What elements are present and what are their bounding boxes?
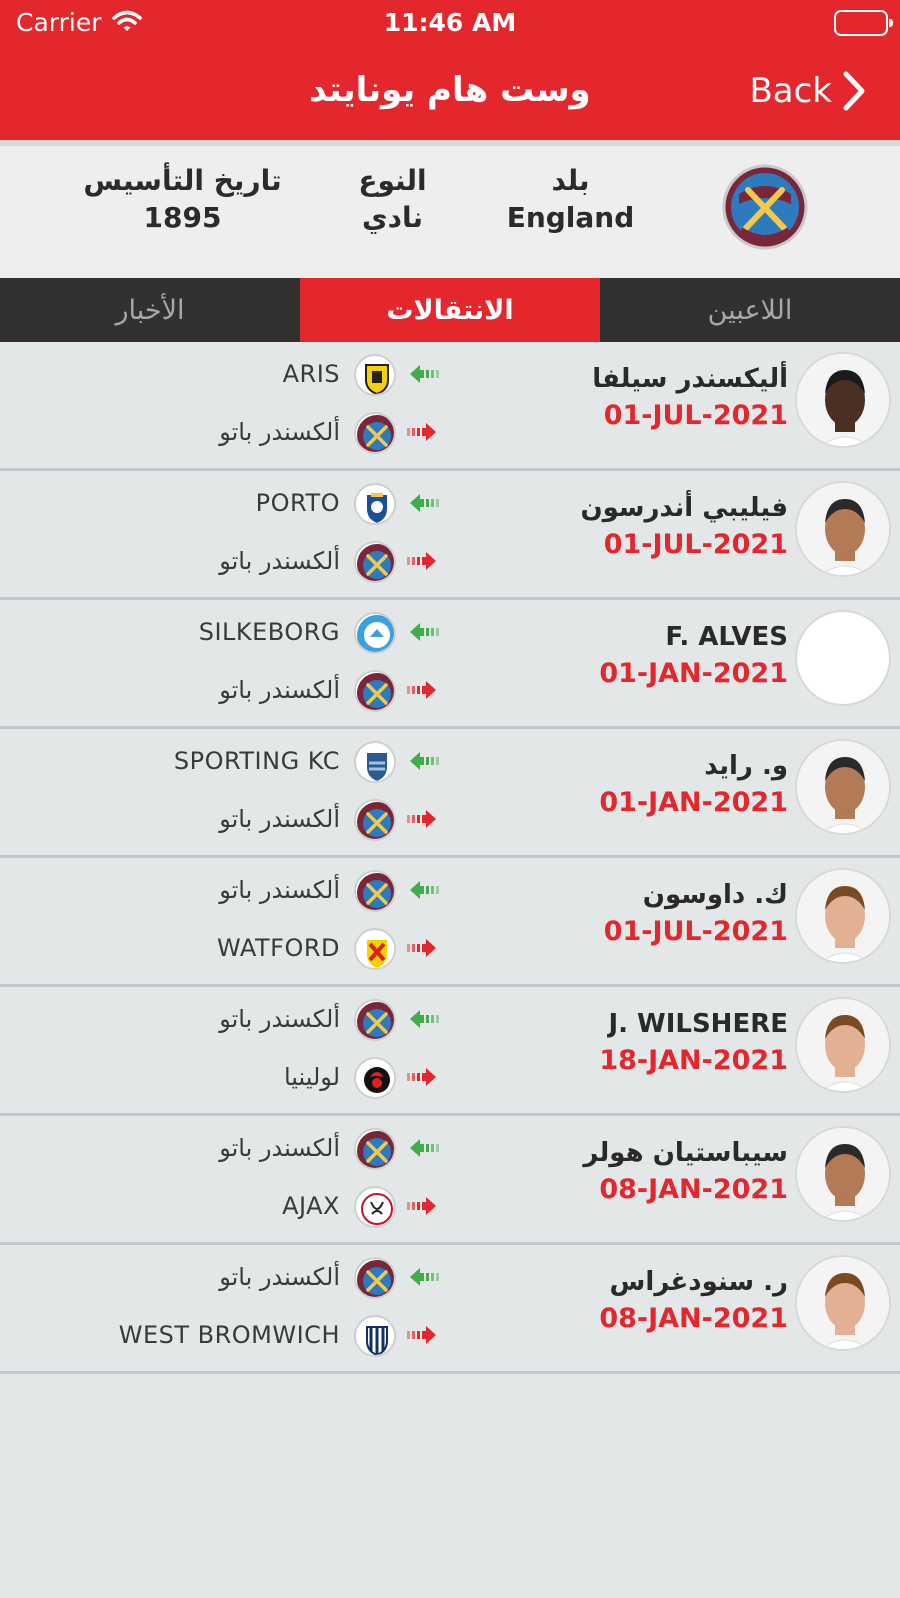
club-out-badge-icon bbox=[354, 541, 396, 583]
club-in-line: SILKEBORG bbox=[0, 610, 900, 656]
transfer-list: أليكسندر سيلفا 01-JUL-2021 ARIS ألكسندر … bbox=[0, 342, 900, 1374]
arrow-out-icon bbox=[406, 1194, 440, 1222]
club-out-name: ألكسندر باتو bbox=[219, 676, 340, 704]
club-out-badge-icon bbox=[354, 1186, 396, 1228]
club-in-badge-icon bbox=[354, 1128, 396, 1170]
club-out-badge-icon bbox=[354, 1315, 396, 1357]
arrow-in-icon bbox=[406, 362, 440, 390]
arrow-out-icon bbox=[406, 807, 440, 835]
arrow-out-icon bbox=[406, 1323, 440, 1351]
back-button-label: Back bbox=[749, 71, 832, 111]
club-out-badge-icon bbox=[354, 1057, 396, 1099]
type-label: النوع bbox=[358, 164, 427, 197]
club-in-badge-icon bbox=[354, 741, 396, 783]
club-out-line: WATFORD bbox=[0, 926, 900, 972]
club-out-line: ألكسندر باتو bbox=[0, 797, 900, 843]
club-in-line: PORTO bbox=[0, 481, 900, 527]
transfer-row[interactable]: سيباستيان هولر 08-JAN-2021 ألكسندر باتو … bbox=[0, 1116, 900, 1245]
arrow-in-icon bbox=[406, 749, 440, 777]
tab-news[interactable]: الأخبار bbox=[0, 278, 300, 342]
club-crest-icon bbox=[722, 164, 808, 250]
club-out-line: AJAX bbox=[0, 1184, 900, 1230]
tab-transfers[interactable]: الانتقالات bbox=[300, 278, 600, 342]
arrow-out-icon bbox=[406, 936, 440, 964]
club-out-line: ألكسندر باتو bbox=[0, 668, 900, 714]
type-info: النوع نادي bbox=[330, 164, 455, 234]
club-out-name: ألكسندر باتو bbox=[219, 547, 340, 575]
club-in-badge-icon bbox=[354, 354, 396, 396]
club-in-badge-icon bbox=[354, 612, 396, 654]
tab-players[interactable]: اللاعبين bbox=[600, 278, 900, 342]
club-out-name: WEST BROMWICH bbox=[118, 1321, 340, 1349]
club-in-badge-icon bbox=[354, 999, 396, 1041]
club-in-line: ARIS bbox=[0, 352, 900, 398]
club-in-badge-icon bbox=[354, 870, 396, 912]
club-out-line: لولينيا bbox=[0, 1055, 900, 1101]
transfer-row[interactable]: فيليبي أندرسون 01-JUL-2021 PORTO ألكسندر… bbox=[0, 471, 900, 600]
club-in-line: ألكسندر باتو bbox=[0, 1126, 900, 1172]
club-in-name: ألكسندر باتو bbox=[219, 1005, 340, 1033]
club-in-name: ألكسندر باتو bbox=[219, 876, 340, 904]
transfer-row[interactable]: ك. داوسون 01-JUL-2021 ألكسندر باتو WATFO… bbox=[0, 858, 900, 987]
club-out-line: WEST BROMWICH bbox=[0, 1313, 900, 1359]
club-out-name: ألكسندر باتو bbox=[219, 418, 340, 446]
club-info-panel: بلد England النوع نادي تاريخ التأسيس 189… bbox=[0, 140, 900, 278]
club-in-badge-icon bbox=[354, 483, 396, 525]
club-in-line: ألكسندر باتو bbox=[0, 1255, 900, 1301]
nav-header: Carrier 11:46 AM وست هام يونايتد Back bbox=[0, 0, 900, 140]
country-info: بلد England bbox=[488, 164, 653, 234]
tab-bar: الأخبار الانتقالات اللاعبين bbox=[0, 278, 900, 342]
country-label: بلد bbox=[551, 164, 590, 197]
founded-info: تاريخ التأسيس 1895 bbox=[80, 164, 285, 234]
arrow-in-icon bbox=[406, 1265, 440, 1293]
arrow-in-icon bbox=[406, 620, 440, 648]
country-value: England bbox=[506, 201, 635, 234]
club-in-name: PORTO bbox=[255, 489, 340, 517]
type-value: نادي bbox=[361, 201, 424, 234]
arrow-out-icon bbox=[406, 1065, 440, 1093]
arrow-out-icon bbox=[406, 549, 440, 577]
arrow-out-icon bbox=[406, 420, 440, 448]
club-in-name: ألكسندر باتو bbox=[219, 1263, 340, 1291]
back-button[interactable]: Back bbox=[749, 70, 866, 112]
arrow-in-icon bbox=[406, 491, 440, 519]
club-out-name: AJAX bbox=[282, 1192, 340, 1220]
club-out-badge-icon bbox=[354, 799, 396, 841]
club-in-line: ألكسندر باتو bbox=[0, 868, 900, 914]
transfer-row[interactable]: أليكسندر سيلفا 01-JUL-2021 ARIS ألكسندر … bbox=[0, 342, 900, 471]
arrow-in-icon bbox=[406, 878, 440, 906]
club-out-name: WATFORD bbox=[217, 934, 340, 962]
transfer-row[interactable]: ر. سنودغراس 08-JAN-2021 ألكسندر باتو WES… bbox=[0, 1245, 900, 1374]
club-in-name: ARIS bbox=[282, 360, 340, 388]
club-out-badge-icon bbox=[354, 412, 396, 454]
club-out-name: ألكسندر باتو bbox=[219, 805, 340, 833]
transfer-row[interactable]: F. ALVES 01-JAN-2021 SILKEBORG ألكسندر ب… bbox=[0, 600, 900, 729]
transfer-row[interactable]: و. رايد 01-JAN-2021 SPORTING KC ألكسندر … bbox=[0, 729, 900, 858]
club-in-name: ألكسندر باتو bbox=[219, 1134, 340, 1162]
status-bar: Carrier 11:46 AM bbox=[0, 0, 900, 48]
founded-label: تاريخ التأسيس bbox=[83, 164, 282, 197]
battery-icon bbox=[834, 10, 893, 36]
arrow-in-icon bbox=[406, 1007, 440, 1035]
club-out-name: لولينيا bbox=[283, 1063, 340, 1091]
club-in-line: SPORTING KC bbox=[0, 739, 900, 785]
club-in-badge-icon bbox=[354, 1257, 396, 1299]
club-in-name: SPORTING KC bbox=[173, 747, 340, 775]
status-time: 11:46 AM bbox=[383, 8, 517, 37]
arrow-out-icon bbox=[406, 678, 440, 706]
club-out-line: ألكسندر باتو bbox=[0, 539, 900, 585]
club-out-badge-icon bbox=[354, 928, 396, 970]
transfer-row[interactable]: J. WILSHERE 18-JAN-2021 ألكسندر باتو لول… bbox=[0, 987, 900, 1116]
founded-value: 1895 bbox=[143, 201, 222, 234]
club-out-line: ألكسندر باتو bbox=[0, 410, 900, 456]
club-in-line: ألكسندر باتو bbox=[0, 997, 900, 1043]
chevron-right-icon bbox=[843, 71, 865, 111]
club-out-badge-icon bbox=[354, 670, 396, 712]
arrow-in-icon bbox=[406, 1136, 440, 1164]
club-in-name: SILKEBORG bbox=[198, 618, 340, 646]
